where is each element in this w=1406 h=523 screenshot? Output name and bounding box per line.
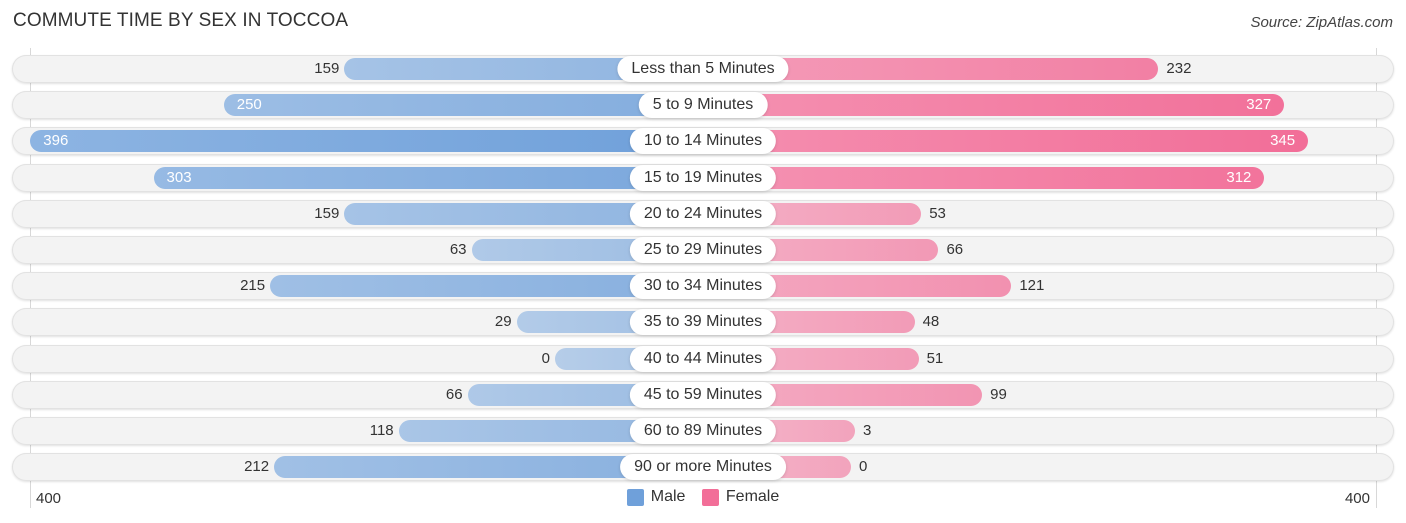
legend: Male Female [0, 488, 1406, 511]
category-label: Less than 5 Minutes [617, 56, 789, 82]
value-label-female: 53 [929, 204, 946, 222]
value-label-female: 121 [1019, 277, 1045, 295]
category-label: 5 to 9 Minutes [638, 92, 768, 119]
category-label: 30 to 34 Minutes [629, 273, 777, 300]
value-label-female: 3 [862, 422, 872, 439]
category-label: 35 to 39 Minutes [629, 309, 777, 336]
legend-item-male[interactable]: Male [626, 488, 686, 506]
legend-swatch-male [626, 488, 644, 506]
bar-female[interactable] [703, 94, 1285, 117]
bar-male[interactable] [153, 166, 703, 189]
category-label: 90 or more Minutes [620, 454, 786, 481]
category-label: 40 to 44 Minutes [629, 345, 777, 372]
category-label: 25 to 29 Minutes [629, 237, 777, 263]
legend-label-male: Male [650, 488, 686, 505]
value-label-male: 66 [445, 385, 463, 403]
value-label-female: 0 [859, 458, 868, 476]
bar-male[interactable] [223, 94, 703, 117]
bar-female[interactable] [703, 130, 1309, 153]
chart-title: COMMUTE TIME BY SEX IN TOCCOA [13, 10, 349, 31]
value-label-male: 63 [449, 241, 467, 258]
value-label-female: 48 [922, 313, 940, 331]
value-label-male: 118 [369, 422, 394, 439]
category-label: 15 to 19 Minutes [629, 164, 777, 191]
value-label-female: 327 [1246, 96, 1272, 114]
value-label-male: 159 [314, 60, 340, 77]
legend-item-female[interactable]: Female [701, 488, 780, 506]
value-label-male: 303 [166, 168, 192, 186]
value-label-male: 29 [494, 313, 512, 331]
category-label: 10 to 14 Minutes [629, 128, 777, 155]
chart-source: Source: ZipAtlas.com [1250, 14, 1393, 31]
category-label: 60 to 89 Minutes [629, 418, 777, 444]
bar-female[interactable] [703, 166, 1265, 189]
value-label-male: 159 [314, 204, 340, 222]
value-label-female: 66 [946, 241, 964, 258]
value-label-female: 51 [926, 349, 944, 367]
value-label-female: 99 [990, 385, 1007, 403]
legend-label-female: Female [725, 488, 780, 505]
value-label-male: 215 [240, 277, 266, 295]
value-label-female: 312 [1226, 168, 1252, 186]
legend-swatch-female [701, 488, 719, 506]
category-label: 45 to 59 Minutes [629, 381, 777, 408]
value-label-male: 0 [541, 349, 550, 367]
bar-male[interactable] [30, 130, 703, 153]
value-label-male: 250 [236, 96, 262, 114]
value-label-female: 345 [1270, 132, 1296, 150]
value-label-male: 396 [43, 132, 69, 150]
category-label: 20 to 24 Minutes [629, 200, 777, 227]
value-label-female: 232 [1166, 60, 1192, 77]
value-label-male: 212 [244, 458, 270, 476]
